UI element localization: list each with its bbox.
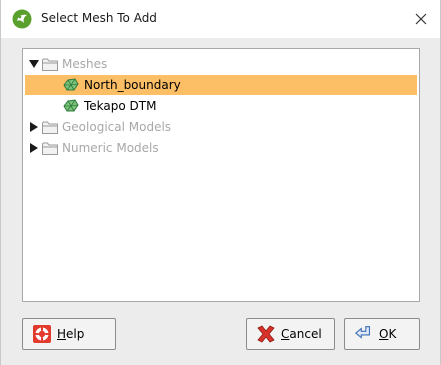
mesh-icon <box>63 99 79 112</box>
title-bar[interactable]: Select Mesh To Add <box>1 0 440 38</box>
tree-node-label: Meshes <box>62 57 108 71</box>
cancel-button-label: Cancel <box>281 327 322 341</box>
help-button-label: Help <box>57 327 85 341</box>
tree-node-label: Geological Models <box>62 120 172 134</box>
collapsed-triangle-icon[interactable] <box>29 122 39 132</box>
leapfrog-app-icon <box>12 9 32 29</box>
help-button[interactable]: Help <box>22 318 116 350</box>
mesh-icon <box>63 78 79 91</box>
expanded-triangle-icon[interactable] <box>29 59 39 69</box>
folder-icon <box>42 58 58 71</box>
tree-node-tekapo-dtm[interactable]: Tekapo DTM <box>63 96 156 116</box>
collapsed-triangle-icon[interactable] <box>29 143 39 153</box>
window-title: Select Mesh To Add <box>41 11 157 25</box>
tree-node-label: Numeric Models <box>62 141 159 155</box>
tree-node-geological-models[interactable]: Geological Models <box>29 117 171 137</box>
tree-node-label: North_boundary <box>84 78 181 92</box>
tree-node-meshes[interactable]: Meshes <box>29 54 107 74</box>
cancel-x-icon <box>257 325 275 343</box>
close-button[interactable] <box>408 6 434 32</box>
tree-node-numeric-models[interactable]: Numeric Models <box>29 138 159 158</box>
ok-arrow-icon <box>354 326 370 339</box>
ok-button[interactable]: OK <box>344 318 420 350</box>
folder-icon <box>42 142 58 155</box>
tree-node-label: Tekapo DTM <box>84 99 157 113</box>
ok-button-label: OK <box>379 327 397 341</box>
mesh-tree[interactable]: Meshes North_boundary Tekapo DTM Geologi… <box>22 48 420 302</box>
cancel-button[interactable]: Cancel <box>246 318 335 350</box>
lifebuoy-icon <box>33 325 51 343</box>
close-icon <box>415 13 427 25</box>
tree-node-north-boundary[interactable]: North_boundary <box>25 75 417 95</box>
select-mesh-dialog: Select Mesh To Add Meshes North_boundary <box>0 0 441 365</box>
folder-icon <box>42 121 58 134</box>
